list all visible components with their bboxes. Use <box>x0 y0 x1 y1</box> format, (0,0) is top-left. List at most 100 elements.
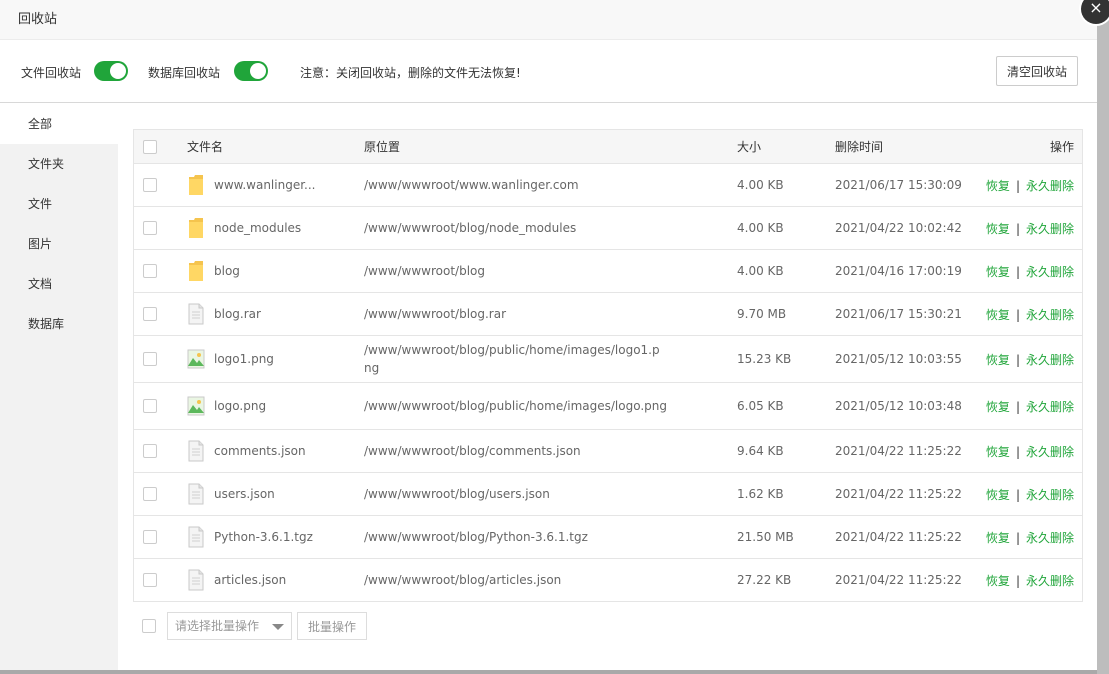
file-size: 9.64 KB <box>737 429 835 473</box>
row-select-cell <box>134 429 187 473</box>
sidebar-item-folders[interactable]: 文件夹 <box>0 144 118 184</box>
row-checkbox[interactable] <box>143 444 157 459</box>
row-checkbox[interactable] <box>143 399 157 414</box>
permanent-delete-link[interactable]: 永久删除 <box>1026 265 1074 279</box>
clear-recycle-bin-button[interactable]: 清空回收站 <box>996 56 1078 86</box>
restore-link[interactable]: 恢复 <box>986 531 1010 545</box>
operations-cell: 恢复 | 永久删除 <box>985 206 1082 250</box>
row-select-cell <box>134 335 187 383</box>
permanent-delete-link[interactable]: 永久删除 <box>1026 353 1074 367</box>
restore-link[interactable]: 恢复 <box>986 574 1010 588</box>
permanent-delete-link[interactable]: 永久删除 <box>1026 445 1074 459</box>
operations-cell: 恢复 | 永久删除 <box>985 472 1082 516</box>
filename-wrap: logo.png <box>187 395 364 417</box>
recycle-notice: 注意：关闭回收站，删除的文件无法恢复! <box>300 66 521 80</box>
file-icon <box>187 526 205 548</box>
file-size: 1.62 KB <box>737 472 835 516</box>
operations-cell: 恢复 | 永久删除 <box>985 559 1082 602</box>
sidebar-item-databases[interactable]: 数据库 <box>0 304 118 344</box>
filename-cell: articles.json <box>187 559 364 602</box>
header-filename: 文件名 <box>187 130 364 164</box>
batch-action-button[interactable]: 批量操作 <box>297 612 367 640</box>
delete-time: 2021/06/17 15:30:09 <box>835 163 985 207</box>
op-separator: | <box>1015 399 1020 414</box>
select-all-checkbox[interactable] <box>143 139 157 154</box>
restore-link[interactable]: 恢复 <box>986 353 1010 367</box>
filename-wrap: comments.json <box>187 440 364 462</box>
file-icon <box>187 569 205 591</box>
filename-wrap: node_modules <box>187 217 364 239</box>
operations-cell: 恢复 | 永久删除 <box>985 249 1082 293</box>
file-recycle-toggle[interactable] <box>94 61 128 81</box>
table-row: users.json /www/wwwroot/blog/users.json … <box>134 472 1082 516</box>
original-path: /www/wwwroot/www.wanlinger.com <box>364 163 737 207</box>
header-size: 大小 <box>737 130 835 164</box>
row-select-cell <box>134 472 187 516</box>
table-row: www.wanlinger... /www/wwwroot/www.wanlin… <box>134 163 1082 207</box>
table-row: node_modules /www/wwwroot/blog/node_modu… <box>134 206 1082 250</box>
table-header-row: 文件名 原位置 大小 删除时间 操作 <box>134 130 1082 164</box>
sidebar-item-all[interactable]: 全部 <box>0 104 118 144</box>
delete-time: 2021/04/22 11:25:22 <box>835 515 985 559</box>
row-checkbox[interactable] <box>143 573 157 588</box>
batch-action-select[interactable]: 请选择批量操作 <box>167 612 292 640</box>
file-name: node_modules <box>214 221 302 235</box>
chevron-down-icon <box>272 624 284 630</box>
row-select-cell <box>134 292 187 336</box>
operations-cell: 恢复 | 永久删除 <box>985 382 1082 430</box>
permanent-delete-link[interactable]: 永久删除 <box>1026 531 1074 545</box>
row-checkbox[interactable] <box>143 307 157 322</box>
row-select-cell <box>134 382 187 430</box>
sidebar-item-files[interactable]: 文件 <box>0 184 118 224</box>
file-name: users.json <box>214 487 275 501</box>
row-checkbox[interactable] <box>143 487 157 502</box>
original-path: /www/wwwroot/blog/node_modules <box>364 206 737 250</box>
file-name: blog <box>214 264 240 278</box>
row-checkbox[interactable] <box>143 221 157 236</box>
op-separator: | <box>1015 221 1020 236</box>
file-icon <box>187 440 205 462</box>
sidebar-item-images[interactable]: 图片 <box>0 224 118 264</box>
restore-link[interactable]: 恢复 <box>986 308 1010 322</box>
file-name: logo1.png <box>214 352 274 366</box>
file-name: comments.json <box>214 444 306 458</box>
restore-link[interactable]: 恢复 <box>986 265 1010 279</box>
file-size: 15.23 KB <box>737 335 835 383</box>
permanent-delete-link[interactable]: 永久删除 <box>1026 574 1074 588</box>
delete-time: 2021/04/22 10:02:42 <box>835 206 985 250</box>
restore-link[interactable]: 恢复 <box>986 400 1010 414</box>
operations-cell: 恢复 | 永久删除 <box>985 163 1082 207</box>
db-recycle-toggle[interactable] <box>234 61 268 81</box>
permanent-delete-link[interactable]: 永久删除 <box>1026 308 1074 322</box>
table-row: logo.png /www/wwwroot/blog/public/home/i… <box>134 382 1082 430</box>
row-checkbox[interactable] <box>143 530 157 545</box>
original-path: /www/wwwroot/blog/Python-3.6.1.tgz <box>364 515 737 559</box>
row-checkbox[interactable] <box>143 264 157 279</box>
permanent-delete-link[interactable]: 永久删除 <box>1026 488 1074 502</box>
permanent-delete-link[interactable]: 永久删除 <box>1026 179 1074 193</box>
operations-cell: 恢复 | 永久删除 <box>985 515 1082 559</box>
batch-select-placeholder: 请选择批量操作 <box>175 619 260 633</box>
row-checkbox[interactable] <box>143 352 157 367</box>
permanent-delete-link[interactable]: 永久删除 <box>1026 400 1074 414</box>
restore-link[interactable]: 恢复 <box>986 179 1010 193</box>
filename-cell: users.json <box>187 472 364 516</box>
batch-select-checkbox[interactable] <box>142 619 156 633</box>
image-icon <box>187 348 205 370</box>
file-size: 27.22 KB <box>737 573 792 587</box>
restore-link[interactable]: 恢复 <box>986 488 1010 502</box>
row-select-cell <box>134 559 187 602</box>
file-name: blog.rar <box>214 307 261 321</box>
sidebar-item-documents[interactable]: 文档 <box>0 264 118 304</box>
file-size: 4.00 KB <box>737 163 835 207</box>
dialog-title: 回收站 <box>0 0 1097 40</box>
row-checkbox[interactable] <box>143 178 157 193</box>
restore-link[interactable]: 恢复 <box>986 445 1010 459</box>
restore-link[interactable]: 恢复 <box>986 222 1010 236</box>
delete-time: 2021/06/17 15:30:21 <box>835 292 985 336</box>
filename-cell: blog <box>187 249 364 293</box>
permanent-delete-link[interactable]: 永久删除 <box>1026 222 1074 236</box>
delete-time: 2021/04/22 11:25:22 <box>835 573 962 587</box>
original-path: /www/wwwroot/blog/comments.json <box>364 429 737 473</box>
table-row: logo1.png /www/wwwroot/blog/public/home/… <box>134 335 1082 383</box>
